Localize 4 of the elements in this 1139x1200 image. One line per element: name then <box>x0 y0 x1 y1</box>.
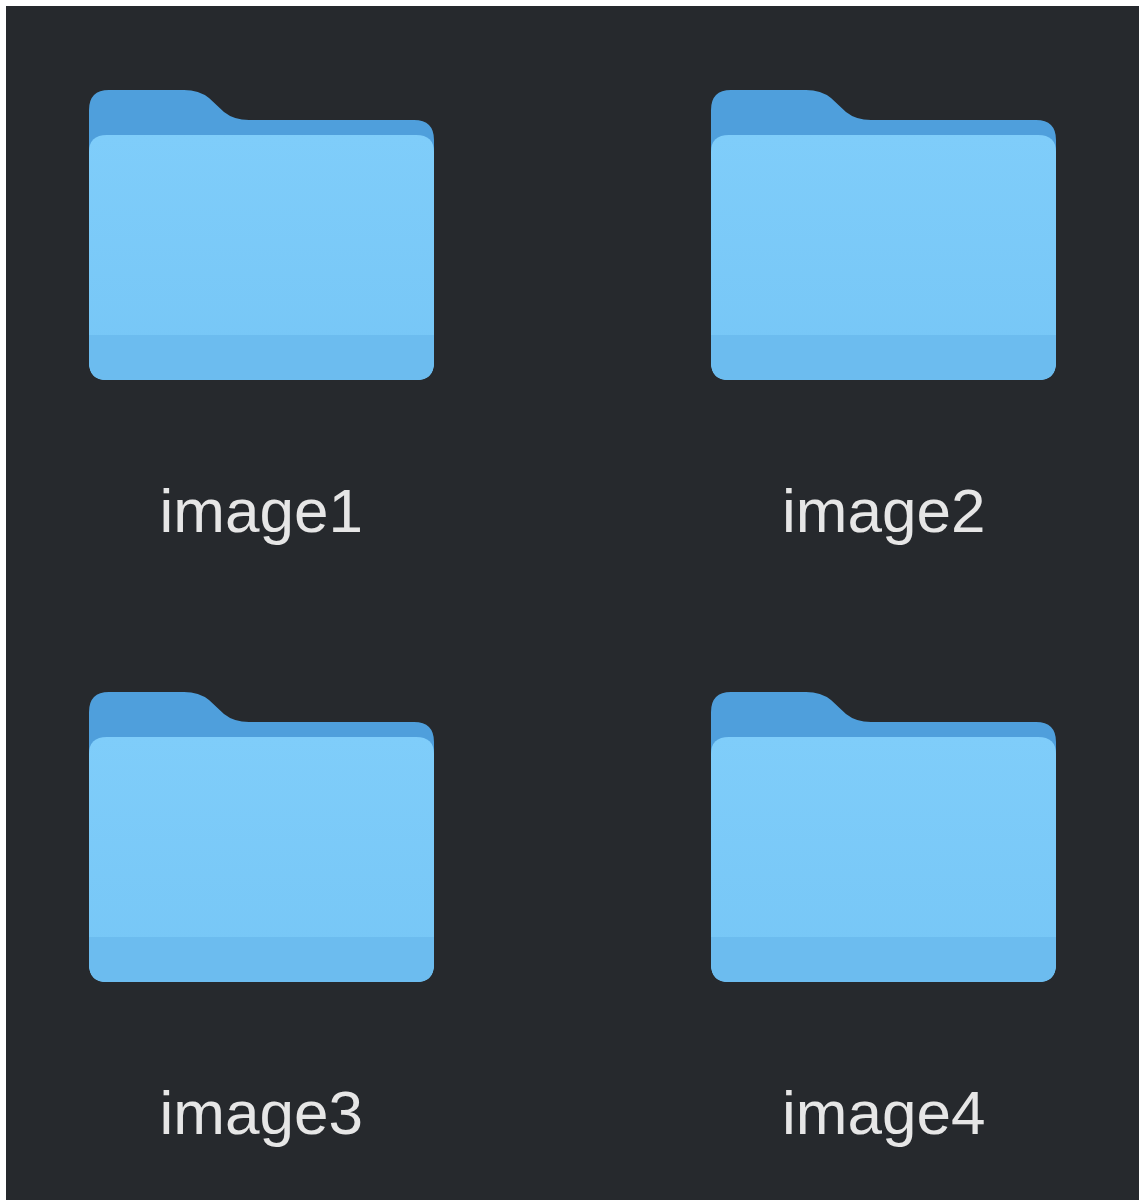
folder-icon[interactable] <box>711 692 1057 982</box>
folder-icon[interactable] <box>88 692 434 982</box>
folder-icon[interactable] <box>711 90 1057 380</box>
folder-icon[interactable] <box>88 90 434 380</box>
